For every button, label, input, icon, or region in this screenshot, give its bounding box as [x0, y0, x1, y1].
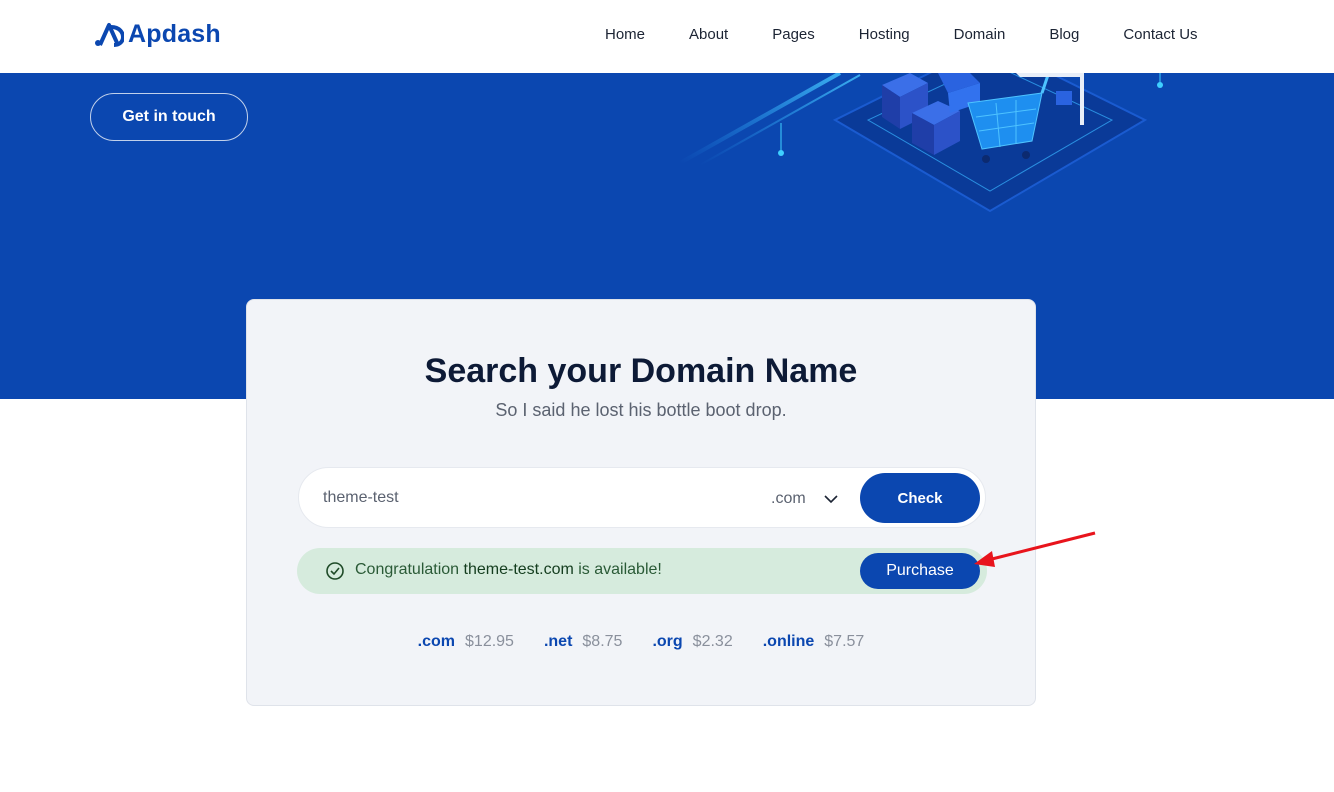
nav-item-hosting[interactable]: Hosting [859, 26, 910, 43]
nav-item-contact[interactable]: Contact Us [1123, 26, 1197, 43]
check-button[interactable]: Check [860, 473, 980, 523]
tld-selected-value: .com [771, 490, 806, 507]
available-domain: theme-test.com [463, 561, 574, 578]
price-value: $7.57 [824, 633, 865, 650]
price-tld: .net [543, 633, 573, 650]
tld-dropdown[interactable]: .com [771, 486, 838, 512]
nav-item-home[interactable]: Home [605, 26, 645, 43]
get-in-touch-button[interactable]: Get in touch [90, 93, 248, 141]
shopping-isometric-illustration [679, 73, 1163, 213]
price-item-net: .net $8.75 [544, 633, 623, 651]
card-title: Search your Domain Name [424, 352, 858, 390]
price-value: $12.95 [465, 633, 514, 650]
price-tld: .org [652, 633, 683, 650]
card-subtitle: So I said he lost his bottle boot drop. [495, 400, 787, 420]
site-header: Apdash Home About Pages Hosting Domain B… [0, 0, 1334, 73]
chevron-down-icon [824, 495, 838, 504]
availability-prefix: Congratulation [355, 561, 460, 578]
brand-name: Apdash [128, 20, 221, 48]
main-nav: Home About Pages Hosting Domain Blog Con… [605, 26, 1198, 43]
price-item-online: .online $7.57 [763, 633, 865, 651]
brand-logo[interactable]: Apdash [94, 20, 221, 49]
nav-item-about[interactable]: About [689, 26, 728, 43]
availability-alert: Congratulation theme-test.com is availab… [297, 548, 987, 594]
availability-suffix: is available! [578, 561, 662, 578]
domain-search-card: Search your Domain Name So I said he los… [246, 299, 1036, 706]
price-item-org: .org $2.32 [652, 633, 732, 651]
apdash-logo-icon [95, 22, 124, 47]
annotation-arrow-icon [974, 531, 1096, 567]
nav-item-pages[interactable]: Pages [772, 26, 815, 43]
price-value: $2.32 [692, 633, 733, 650]
price-tld: .online [762, 633, 815, 650]
price-item-com: .com $12.95 [418, 633, 514, 651]
availability-message: Congratulation theme-test.com is availab… [355, 561, 662, 579]
nav-item-blog[interactable]: Blog [1049, 26, 1079, 43]
price-value: $8.75 [582, 633, 623, 650]
price-tld: .com [417, 633, 456, 650]
check-circle-icon [326, 562, 344, 580]
tld-price-list: .com $12.95 .net $8.75 .org $2.32 .onlin… [247, 633, 1035, 651]
domain-search-input[interactable] [323, 485, 743, 511]
nav-item-domain[interactable]: Domain [954, 26, 1006, 43]
domain-search-bar: .com Check [298, 467, 986, 528]
